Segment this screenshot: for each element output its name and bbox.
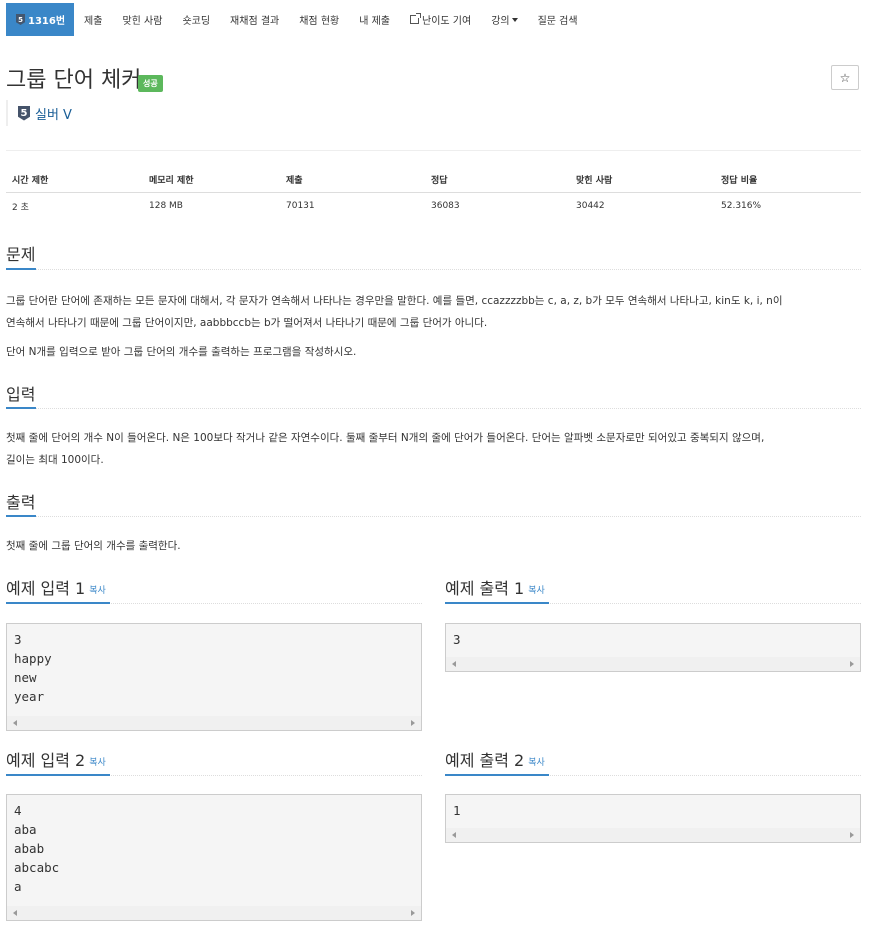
input-line: 길이는 최대 100이다. bbox=[6, 454, 104, 466]
divider bbox=[6, 150, 861, 151]
description-line: 연속해서 나타나기 때문에 그룹 단어이지만, aabbbccb는 b가 떨어져… bbox=[6, 317, 488, 329]
star-icon: ☆ bbox=[839, 70, 851, 85]
input-heading: 입력 bbox=[6, 385, 36, 404]
favorite-star-button[interactable]: ☆ bbox=[831, 65, 859, 90]
sample-input-1-heading: 예제 입력 1 복사 bbox=[6, 575, 106, 599]
scroll-right-icon[interactable] bbox=[850, 661, 854, 667]
caret-down-icon bbox=[511, 17, 518, 22]
problem-tier[interactable]: 5 실버 V bbox=[6, 100, 72, 126]
heading-underline bbox=[445, 602, 549, 604]
heading-underline bbox=[6, 407, 36, 409]
header-accept-ratio: 정답 비율 bbox=[715, 166, 861, 193]
copy-sample-input-2-button[interactable]: 복사 bbox=[89, 758, 106, 768]
accept-ratio-value: 52.316% bbox=[721, 201, 762, 211]
description-heading: 문제 bbox=[6, 245, 36, 264]
horizontal-scrollbar[interactable] bbox=[7, 716, 421, 730]
nav-lectures-label: 강의 bbox=[491, 16, 510, 27]
scroll-left-icon[interactable] bbox=[13, 910, 17, 916]
table-header-row: 시간 제한 메모리 제한 제출 정답 맞힌 사람 정답 비율 bbox=[6, 166, 861, 193]
divider bbox=[6, 408, 861, 410]
nav-difficulty-label: 난이도 기여 bbox=[422, 16, 472, 27]
copy-sample-input-1-button[interactable]: 복사 bbox=[89, 586, 106, 596]
time-limit-value: 2 초 bbox=[12, 202, 29, 213]
nav-difficulty-contribution[interactable]: 난이도 기여 bbox=[400, 3, 481, 36]
nav-lectures-dropdown[interactable]: 강의 bbox=[481, 3, 527, 36]
memory-limit-value: 128 MB bbox=[149, 201, 183, 211]
copy-sample-output-2-button[interactable]: 복사 bbox=[528, 758, 545, 768]
sample-output-2-box[interactable]: 1 bbox=[445, 794, 861, 843]
table-row: 2 초 128 MB 70131 36083 30442 52.316% bbox=[6, 193, 861, 220]
header-memory-limit: 메모리 제한 bbox=[143, 166, 280, 193]
input-text: 첫째 줄에 단어의 개수 N이 들어온다. N은 100보다 작거나 같은 자연… bbox=[6, 427, 866, 471]
scroll-left-icon[interactable] bbox=[13, 720, 17, 726]
horizontal-scrollbar[interactable] bbox=[7, 906, 421, 920]
sample-input-2-content: 4 aba abab abcabc a bbox=[14, 803, 60, 894]
nav-question-search[interactable]: 질문 검색 bbox=[528, 3, 588, 36]
problem-info-table: 시간 제한 메모리 제한 제출 정답 맞힌 사람 정답 비율 2 초 128 M… bbox=[6, 166, 861, 219]
sample-output-1-box[interactable]: 3 bbox=[445, 623, 861, 672]
divider bbox=[6, 269, 861, 271]
accepted-value: 36083 bbox=[431, 201, 460, 211]
output-text: 첫째 줄에 그룹 단어의 개수를 출력한다. bbox=[6, 540, 181, 552]
nav-solved-users[interactable]: 맞힌 사람 bbox=[112, 3, 172, 36]
sample-output-1-title: 예제 출력 1 bbox=[445, 579, 525, 598]
scroll-left-icon[interactable] bbox=[452, 661, 456, 667]
tier-label: 실버 V bbox=[35, 107, 72, 123]
scroll-left-icon[interactable] bbox=[452, 832, 456, 838]
scroll-right-icon[interactable] bbox=[411, 720, 415, 726]
nav-problem-number[interactable]: 5 1316번 bbox=[6, 3, 75, 36]
input-line: 첫째 줄에 단어의 개수 N이 들어온다. N은 100보다 작거나 같은 자연… bbox=[6, 432, 765, 444]
heading-underline bbox=[6, 268, 36, 270]
sample-input-1-content: 3 happy new year bbox=[14, 632, 52, 704]
heading-underline bbox=[445, 774, 549, 776]
page-title: 그룹 단어 체커 bbox=[6, 68, 142, 93]
nav-submit[interactable]: 제출 bbox=[74, 3, 112, 36]
description-text-2: 단어 N개를 입력으로 받아 그룹 단어의 개수를 출력하는 프로그램을 작성하… bbox=[6, 346, 357, 358]
sample-input-2-box[interactable]: 4 aba abab abcabc a bbox=[6, 794, 422, 921]
nav-status[interactable]: 채점 현황 bbox=[289, 3, 349, 36]
header-solved-users: 맞힌 사람 bbox=[570, 166, 715, 193]
nav-rejudge-results[interactable]: 재채점 결과 bbox=[220, 3, 289, 36]
divider bbox=[6, 516, 861, 518]
header-accepted: 정답 bbox=[425, 166, 570, 193]
status-badge: 성공 bbox=[138, 75, 163, 92]
sample-input-2-title: 예제 입력 2 bbox=[6, 751, 86, 770]
sample-input-2-heading: 예제 입력 2 복사 bbox=[6, 747, 106, 771]
horizontal-scrollbar[interactable] bbox=[446, 828, 860, 842]
scroll-right-icon[interactable] bbox=[850, 832, 854, 838]
sample-output-2-heading: 예제 출력 2 복사 bbox=[445, 747, 545, 771]
sample-input-1-title: 예제 입력 1 bbox=[6, 579, 86, 598]
nav-short-coding[interactable]: 숏코딩 bbox=[172, 3, 220, 36]
tier-icon: 5 bbox=[18, 105, 30, 121]
header-submissions: 제출 bbox=[280, 166, 425, 193]
nav-my-submissions[interactable]: 내 제출 bbox=[349, 3, 400, 36]
scroll-right-icon[interactable] bbox=[411, 910, 415, 916]
copy-sample-output-1-button[interactable]: 복사 bbox=[528, 586, 545, 596]
heading-underline bbox=[6, 774, 110, 776]
problem-nav: 5 1316번 제출 맞힌 사람 숏코딩 재채점 결과 채점 현황 내 제출 난… bbox=[6, 3, 588, 36]
heading-underline bbox=[6, 515, 36, 517]
header-time-limit: 시간 제한 bbox=[6, 166, 143, 193]
external-link-icon bbox=[410, 13, 421, 24]
horizontal-scrollbar[interactable] bbox=[446, 657, 860, 671]
output-heading: 출력 bbox=[6, 493, 36, 512]
sample-output-1-heading: 예제 출력 1 복사 bbox=[445, 575, 545, 599]
nav-problem-number-label: 1316번 bbox=[28, 16, 66, 27]
solved-users-value: 30442 bbox=[576, 201, 605, 211]
description-text: 그룹 단어란 단어에 존재하는 모든 문자에 대해서, 각 문자가 연속해서 나… bbox=[6, 290, 866, 334]
tier-icon: 5 bbox=[16, 14, 25, 25]
description-line: 그룹 단어란 단어에 존재하는 모든 문자에 대해서, 각 문자가 연속해서 나… bbox=[6, 295, 783, 307]
sample-output-2-title: 예제 출력 2 bbox=[445, 751, 525, 770]
heading-underline bbox=[6, 602, 110, 604]
sample-output-2-content: 1 bbox=[453, 803, 461, 818]
sample-output-1-content: 3 bbox=[453, 632, 461, 647]
sample-input-1-box[interactable]: 3 happy new year bbox=[6, 623, 422, 731]
submissions-value: 70131 bbox=[286, 201, 315, 211]
